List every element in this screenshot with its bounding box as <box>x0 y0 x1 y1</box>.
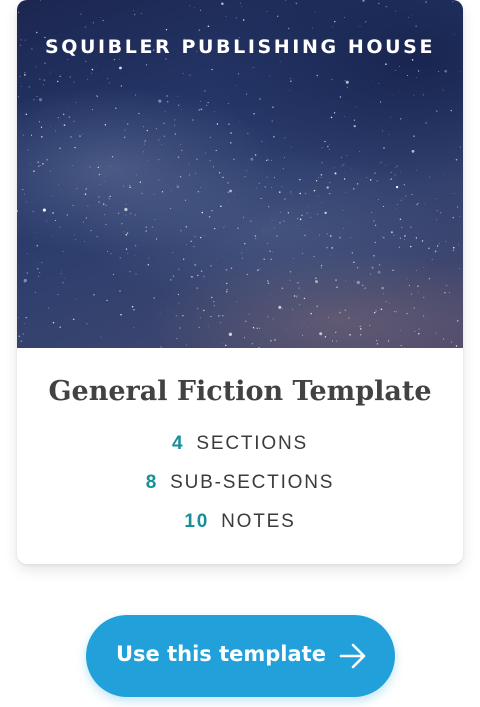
stat-sections: 4 SECTIONS <box>17 433 463 455</box>
stat-count: 10 <box>184 511 210 532</box>
template-card: SQUIBLER PUBLISHING HOUSE General Fictio… <box>17 0 463 564</box>
stat-sub-sections: 8 SUB-SECTIONS <box>17 472 463 494</box>
stat-count: 4 <box>172 433 185 454</box>
stat-label: NOTES <box>221 511 296 532</box>
use-template-label: Use this template <box>116 642 326 666</box>
stat-label: SECTIONS <box>196 433 308 454</box>
use-template-button[interactable]: Use this template <box>86 615 395 697</box>
stat-label: SUB-SECTIONS <box>170 472 335 493</box>
stat-notes: 10 NOTES <box>17 511 463 533</box>
publisher-name: SQUIBLER PUBLISHING HOUSE <box>44 36 436 58</box>
stat-count: 8 <box>145 472 159 493</box>
arrow-right-icon <box>339 643 366 669</box>
cover-image: SQUIBLER PUBLISHING HOUSE <box>17 0 463 348</box>
template-title: General Fiction Template <box>48 376 432 407</box>
